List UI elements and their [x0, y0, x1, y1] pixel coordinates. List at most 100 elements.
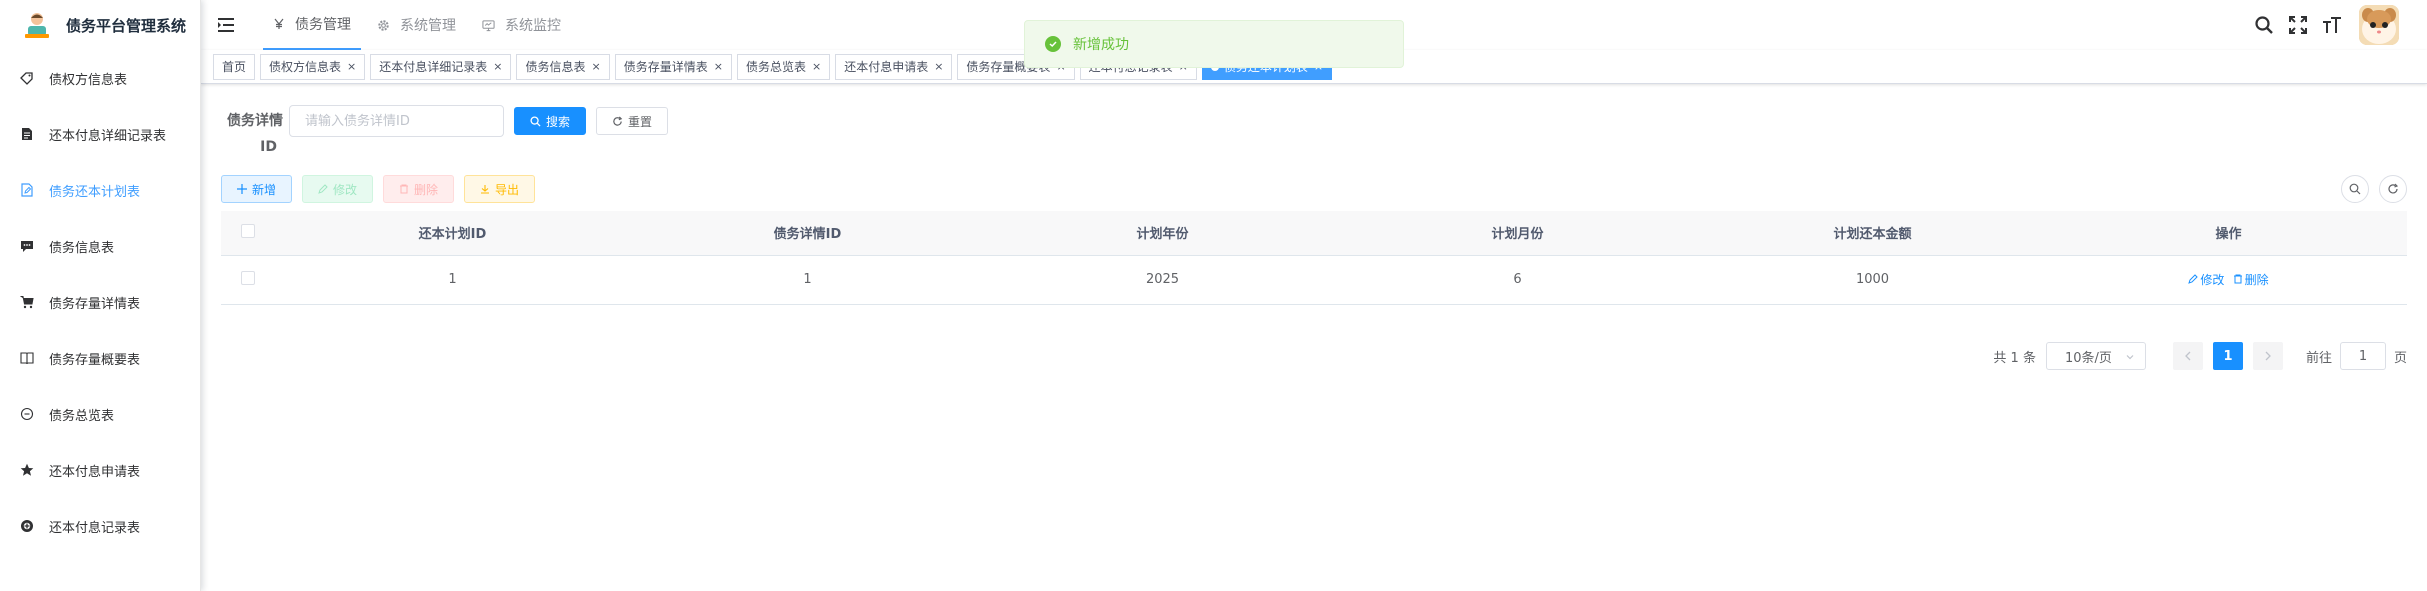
search-label-line1: 债务详情	[227, 113, 283, 129]
column-header: 还本计划ID	[275, 211, 630, 256]
search-icon	[2349, 183, 2361, 195]
close-icon[interactable]: ×	[934, 60, 943, 73]
fullscreen-icon[interactable]	[2287, 14, 2309, 36]
sidebar-item[interactable]: 债务还本计划表	[0, 162, 200, 218]
font-size-icon[interactable]	[2321, 14, 2343, 36]
column-header: 债务详情ID	[630, 211, 985, 256]
tag-item[interactable]: 债务存量详情表 ×	[614, 53, 732, 80]
add-button[interactable]: 新增	[221, 175, 293, 203]
top-menu-label: 系统监控	[505, 18, 561, 34]
tag-label: 债权方信息表	[269, 60, 342, 74]
row-checkbox[interactable]	[241, 270, 255, 285]
hamburger-icon[interactable]	[217, 16, 235, 34]
trash-icon	[2233, 274, 2242, 284]
select-all-cell	[221, 211, 275, 256]
next-page-button[interactable]	[2252, 342, 2283, 370]
select-all-checkbox[interactable]	[241, 223, 255, 238]
detail-id-input[interactable]	[289, 105, 504, 137]
cell-month: 6	[1340, 255, 1695, 305]
app-root: 债务平台管理系统 债权方信息表 还本付息详细记录表 债务还本计划表 债务信息表 债务存量…	[0, 0, 2427, 591]
tag-item[interactable]: 债务总览表 ×	[736, 53, 831, 80]
refresh-table-button[interactable]	[2379, 175, 2407, 203]
sidebar-item-label: 还本付息详细记录表	[49, 128, 167, 144]
gear-icon	[377, 19, 395, 32]
sidebar-item-label: 债务信息表	[49, 240, 115, 256]
plus-icon	[237, 184, 247, 194]
search-button-label: 搜索	[546, 114, 571, 129]
search-label: 债务详情 ID	[221, 105, 283, 157]
chevron-down-icon	[2126, 355, 2134, 360]
sidebar-item[interactable]: 还本付息详细记录表	[0, 106, 200, 162]
monitor-icon	[482, 19, 500, 32]
close-icon[interactable]: ×	[347, 60, 356, 73]
right-menu	[2253, 0, 2427, 50]
row-delete-link[interactable]: 删除	[2233, 271, 2269, 288]
row-select-cell	[221, 255, 275, 305]
pagination: 共 1 条 10条/页 1 前往 页	[1993, 342, 2407, 370]
delete-button[interactable]: 删除	[383, 175, 455, 203]
top-menu-label: 系统管理	[400, 18, 456, 34]
toast-message: 新增成功	[1073, 37, 1129, 53]
search-button[interactable]: 搜索	[514, 107, 587, 135]
column-header: 操作	[2050, 211, 2407, 256]
close-icon[interactable]: ×	[714, 60, 723, 73]
trash-icon	[400, 184, 409, 194]
sidebar-item[interactable]: 债务信息表	[0, 218, 200, 274]
cell-plan-id: 1	[275, 255, 630, 305]
logo[interactable]: 债务平台管理系统	[0, 0, 200, 50]
export-button[interactable]: 导出	[464, 175, 536, 203]
sidebar-item[interactable]: 还本付息记录表	[0, 498, 200, 554]
data-table: 还本计划ID 债务详情ID 计划年份 计划月份 计划还本金额 操作 1 1 20…	[221, 211, 2407, 305]
goto-prefix: 前往	[2305, 350, 2332, 366]
tag-label: 债务信息表	[525, 60, 586, 74]
sidebar: 债务平台管理系统 债权方信息表还本付息详细记录表债务还本计划表债务信息表债务存量…	[0, 0, 201, 591]
cell-detail-id: 1	[630, 255, 985, 305]
edit-button[interactable]: 修改	[302, 175, 374, 203]
pagination-total: 共 1 条	[1993, 350, 2036, 366]
close-icon[interactable]: ×	[493, 60, 502, 73]
goto-page-input[interactable]	[2339, 342, 2386, 370]
edit-icon	[318, 184, 328, 194]
tag-item[interactable]: 还本付息详细记录表 ×	[370, 53, 512, 80]
tag-item[interactable]: 还本付息申请表 ×	[835, 53, 953, 80]
delete-button-label: 删除	[414, 182, 439, 197]
sidebar-item-label: 债务总览表	[49, 408, 115, 424]
yen-icon	[273, 18, 290, 30]
sidebar-item[interactable]: 还本付息申请表	[0, 442, 200, 498]
sidebar-item[interactable]: 债权方信息表	[0, 50, 200, 106]
close-icon[interactable]: ×	[812, 60, 821, 73]
close-icon[interactable]: ×	[592, 60, 601, 73]
cell-year: 2025	[985, 255, 1340, 305]
top-menu-item[interactable]: 债务管理	[263, 0, 361, 50]
tag-label: 债务存量详情表	[623, 60, 708, 74]
edit-document-icon	[20, 183, 34, 197]
top-menu-item[interactable]: 系统监控	[472, 0, 571, 50]
search-form: 债务详情 ID 搜索 重置	[221, 105, 2407, 157]
search-icon[interactable]	[2253, 14, 2275, 36]
row-delete-label: 删除	[2244, 272, 2269, 287]
table-toolbar: 新增 修改 删除 导出	[221, 175, 2407, 203]
tag-item[interactable]: 债权方信息表 ×	[260, 53, 366, 80]
edit-icon	[2188, 274, 2199, 285]
page-number-button[interactable]: 1	[2212, 342, 2243, 370]
sidebar-item[interactable]: 债务存量概要表	[0, 330, 200, 386]
avatar[interactable]	[2359, 5, 2399, 45]
row-edit-label: 修改	[2200, 272, 2225, 287]
sidebar-item-label: 还本付息记录表	[49, 520, 141, 536]
page-jump: 前往 页	[2306, 342, 2407, 370]
reset-button[interactable]: 重置	[596, 107, 669, 135]
tag-item[interactable]: 债务信息表 ×	[516, 53, 610, 80]
row-edit-link[interactable]: 修改	[2188, 271, 2224, 288]
sidebar-item-label: 债务存量概要表	[49, 352, 141, 368]
toggle-search-button[interactable]	[2341, 175, 2369, 203]
sidebar-item[interactable]: 债务存量详情表	[0, 274, 200, 330]
success-icon	[1045, 36, 1061, 52]
cell-actions: 修改 删除	[2050, 255, 2407, 305]
prev-page-button[interactable]	[2172, 342, 2203, 370]
top-menu-item[interactable]: 系统管理	[367, 0, 466, 50]
sidebar-item[interactable]: 债务总览表	[0, 386, 200, 442]
book-icon	[20, 351, 34, 365]
top-menu-label: 债务管理	[295, 17, 351, 33]
tag-item[interactable]: 首页	[213, 53, 256, 80]
page-size-select[interactable]: 10条/页	[2045, 342, 2146, 370]
